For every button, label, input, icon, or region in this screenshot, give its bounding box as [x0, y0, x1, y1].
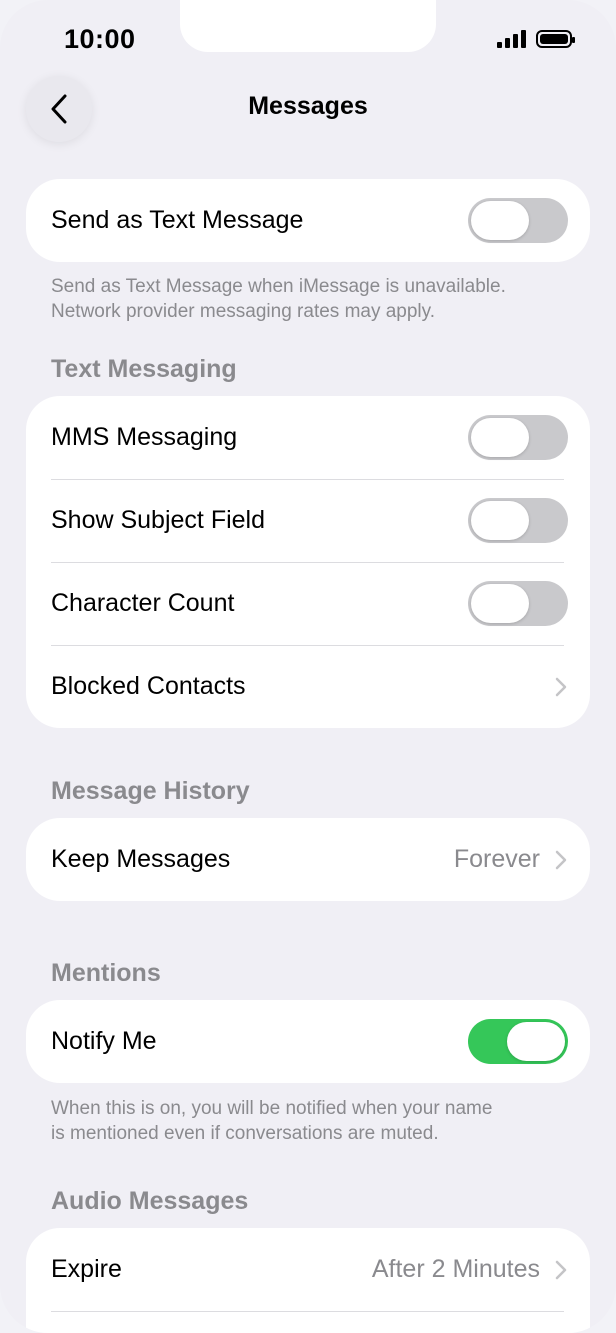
character-count-label: Character Count: [51, 589, 235, 617]
mentions-group: Notify Me: [26, 1000, 590, 1083]
send-as-text-group: Send as Text Message: [26, 179, 590, 262]
footer-line: Send as Text Message when iMessage is un…: [51, 276, 506, 297]
section-header-text-messaging: Text Messaging: [51, 355, 237, 383]
send-as-text-label: Send as Text Message: [51, 206, 304, 234]
character-count-toggle[interactable]: [468, 581, 568, 626]
mms-messaging-row: MMS Messaging: [26, 396, 590, 479]
status-icons: [497, 30, 575, 48]
expire-label: Expire: [51, 1255, 122, 1283]
page-title: Messages: [248, 92, 368, 120]
chevron-right-icon: [555, 1260, 567, 1279]
chevron-right-icon: [555, 677, 567, 696]
footer-line: is mentioned even if conversations are m…: [51, 1123, 439, 1144]
section-header-mentions: Mentions: [51, 959, 161, 987]
show-subject-field-label: Show Subject Field: [51, 506, 266, 534]
section-header-message-history: Message History: [51, 777, 250, 805]
expire-value: After 2 Minutes: [371, 1255, 540, 1283]
blocked-contacts-row[interactable]: Blocked Contacts: [26, 645, 590, 728]
keep-messages-label: Keep Messages: [51, 845, 231, 873]
notify-me-row: Notify Me: [26, 1000, 590, 1083]
keep-messages-value: Forever: [453, 845, 540, 873]
send-as-text-toggle[interactable]: [468, 198, 568, 243]
status-time: 10:00: [64, 24, 136, 54]
battery-icon: [536, 30, 575, 48]
chevron-right-icon: [555, 850, 567, 869]
device-notch: [180, 0, 436, 52]
cellular-signal-icon: [497, 30, 526, 48]
section-header-audio-messages: Audio Messages: [51, 1187, 249, 1215]
text-messaging-group: MMS Messaging Show Subject Field Charact…: [26, 396, 590, 728]
footer-line: When this is on, you will be notified wh…: [51, 1098, 493, 1119]
keep-messages-row[interactable]: Keep Messages Forever: [26, 818, 590, 901]
mms-messaging-label: MMS Messaging: [51, 423, 238, 451]
blocked-contacts-label: Blocked Contacts: [51, 672, 246, 700]
show-subject-field-row: Show Subject Field: [26, 479, 590, 562]
partial-row: [26, 1311, 590, 1333]
send-as-text-footer: Send as Text Message when iMessage is un…: [51, 274, 571, 324]
send-as-text-row: Send as Text Message: [26, 179, 590, 262]
notify-me-toggle[interactable]: [468, 1019, 568, 1064]
message-history-group: Keep Messages Forever: [26, 818, 590, 901]
audio-messages-group: Expire After 2 Minutes: [26, 1228, 590, 1333]
expire-row[interactable]: Expire After 2 Minutes: [26, 1228, 590, 1311]
settings-screen: 10:00 Messages Send as Text Message Send…: [0, 0, 616, 1333]
character-count-row: Character Count: [26, 562, 590, 645]
notify-me-label: Notify Me: [51, 1027, 157, 1055]
show-subject-field-toggle[interactable]: [468, 498, 568, 543]
mentions-footer: When this is on, you will be notified wh…: [51, 1096, 571, 1146]
mms-messaging-toggle[interactable]: [468, 415, 568, 460]
footer-line: Network provider messaging rates may app…: [51, 301, 436, 322]
